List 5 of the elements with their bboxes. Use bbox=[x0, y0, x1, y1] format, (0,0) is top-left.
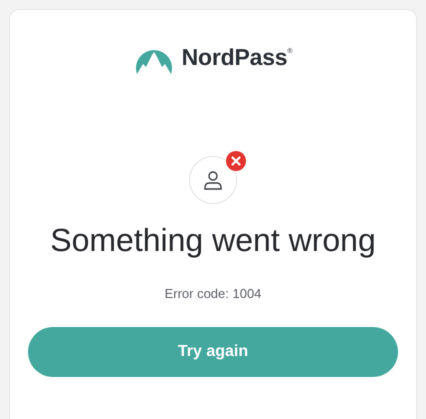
try-again-button[interactable]: Try again bbox=[28, 327, 398, 377]
error-title: Something went wrong bbox=[50, 222, 376, 259]
brand-name: NordPass$^{®}$ bbox=[182, 44, 292, 70]
user-icon bbox=[203, 170, 223, 190]
error-code: Error code: 1004 bbox=[164, 286, 262, 301]
